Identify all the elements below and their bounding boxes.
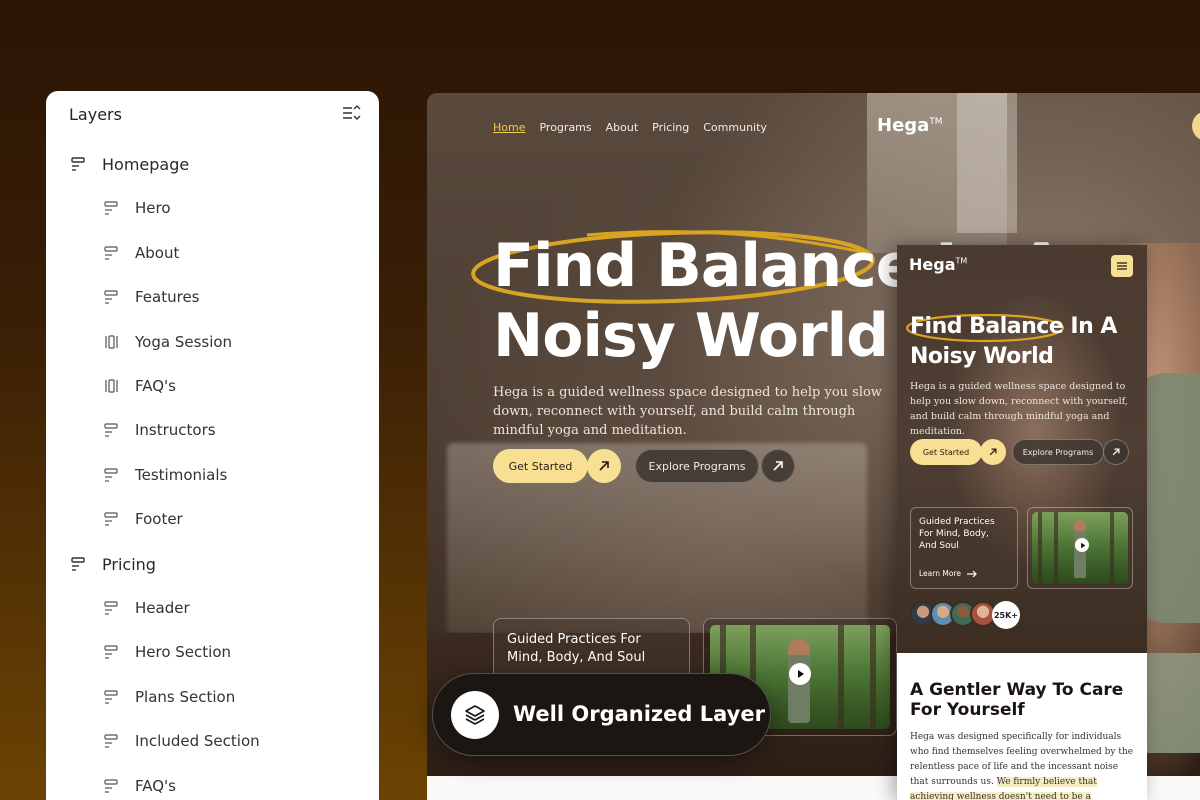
layers-panel-title: Layers — [69, 105, 122, 124]
layer-item-plans-section[interactable]: Plans Section — [103, 683, 235, 711]
nav-programs[interactable]: Programs — [539, 121, 591, 134]
arrow-up-right-icon[interactable] — [587, 449, 621, 483]
mobile-logo[interactable]: HegaTM — [909, 255, 967, 274]
badge-label: Well Organized Layer — [513, 702, 765, 726]
layer-item-label: Yoga Session — [135, 333, 233, 351]
mobile-guided-title: Guided Practices For Mind, Body, And Sou… — [919, 517, 995, 551]
frame-icon — [70, 156, 88, 172]
layer-item-label: Plans Section — [135, 688, 236, 706]
stack-icon — [103, 778, 121, 794]
columns-icon — [103, 334, 121, 350]
layer-item-label: Footer — [135, 510, 183, 528]
mobile-headline-line1: Find Balance In A — [910, 314, 1117, 339]
mobile-headline: Find Balance In A Noisy World — [910, 312, 1117, 372]
member-avatars: 25K+ — [910, 601, 1020, 629]
layers-icon — [451, 691, 499, 739]
layer-item-testimonials[interactable]: Testimonials — [103, 461, 227, 489]
layer-item-header[interactable]: Header — [103, 594, 190, 622]
stack-icon — [103, 289, 121, 305]
mobile-video-card[interactable] — [1027, 507, 1133, 589]
layer-item-label: Hero — [135, 199, 171, 217]
arrow-up-right-icon[interactable] — [980, 439, 1006, 465]
stack-icon — [103, 689, 121, 705]
layer-item-included-section[interactable]: Included Section — [103, 727, 260, 755]
layer-item-label: Hero Section — [135, 643, 232, 661]
mobile-section-title: A Gentler Way To Care For Yourself — [910, 680, 1124, 720]
frame-icon — [70, 556, 88, 572]
mobile-forest-thumbnail — [1032, 512, 1128, 584]
nav-pricing[interactable]: Pricing — [652, 121, 689, 134]
stack-icon — [103, 245, 121, 261]
mobile-guided-card[interactable]: Guided Practices For Mind, Body, And Sou… — [910, 507, 1018, 589]
arrow-up-right-icon[interactable] — [1103, 439, 1129, 465]
layer-item-faq-s[interactable]: FAQ's — [103, 372, 176, 400]
mobile-subtext: Hega is a guided wellness space designed… — [910, 381, 1128, 437]
layer-item-pricing[interactable]: Pricing — [70, 550, 156, 578]
layer-item-homepage[interactable]: Homepage — [70, 150, 189, 178]
play-icon[interactable] — [1075, 538, 1089, 552]
main-nav: Home Programs About Pricing Community — [493, 121, 767, 134]
nav-home[interactable]: Home — [493, 121, 525, 134]
stack-icon — [103, 200, 121, 216]
arrow-right-icon — [966, 570, 977, 578]
mobile-preview: HegaTM Find Balance In A Noisy World Heg… — [897, 245, 1147, 800]
layer-item-instructors[interactable]: Instructors — [103, 416, 216, 444]
arrow-up-right-icon[interactable] — [761, 449, 795, 483]
explore-programs-button[interactable]: Explore Programs — [635, 449, 759, 483]
layer-item-label: Instructors — [135, 421, 216, 439]
mobile-about-section: A Gentler Way To Care For Yourself Hega … — [897, 653, 1147, 800]
layer-item-label: About — [135, 244, 180, 262]
stack-icon — [103, 644, 121, 660]
stack-icon — [103, 600, 121, 616]
layer-item-label: Header — [135, 599, 190, 617]
nav-about[interactable]: About — [606, 121, 639, 134]
layers-panel: Layers Homepage Hero About Features Yoga Ses… — [46, 91, 379, 800]
site-logo[interactable]: HegaTM — [877, 115, 943, 136]
background-window-light — [957, 93, 1017, 233]
stack-icon — [103, 733, 121, 749]
layer-item-label: Features — [135, 288, 200, 306]
layer-item-label: FAQ's — [135, 377, 176, 395]
layer-item-faq-s[interactable]: FAQ's — [103, 772, 176, 800]
columns-icon — [103, 378, 121, 394]
guided-practices-title: Guided Practices For Mind, Body, And Sou… — [507, 632, 646, 665]
mobile-hero: HegaTM Find Balance In A Noisy World Heg… — [897, 245, 1147, 653]
nav-community[interactable]: Community — [703, 121, 767, 134]
mobile-get-started-button[interactable]: Get Started — [910, 439, 982, 465]
mobile-headline-line2: Noisy World — [910, 344, 1054, 369]
collapse-list-icon[interactable] — [342, 105, 362, 123]
member-count-badge: 25K+ — [992, 601, 1020, 629]
hamburger-menu-icon[interactable] — [1111, 255, 1133, 277]
layer-item-hero[interactable]: Hero — [103, 194, 171, 222]
get-started-button[interactable]: Get Started — [493, 449, 588, 483]
stack-icon — [103, 467, 121, 483]
layer-item-label: Testimonials — [135, 466, 228, 484]
stack-icon — [103, 422, 121, 438]
hero-subtext: Hega is a guided wellness space designed… — [493, 385, 882, 438]
layer-item-about[interactable]: About — [103, 239, 179, 267]
layer-item-label: Included Section — [135, 732, 260, 750]
layer-item-label: Pricing — [102, 554, 156, 574]
stack-icon — [103, 511, 121, 527]
mobile-explore-programs-button[interactable]: Explore Programs — [1012, 439, 1104, 465]
layer-item-footer[interactable]: Footer — [103, 505, 183, 533]
layer-item-features[interactable]: Features — [103, 283, 200, 311]
layer-item-hero-section[interactable]: Hero Section — [103, 638, 231, 666]
layer-item-yoga-session[interactable]: Yoga Session — [103, 328, 232, 356]
learn-more-label: Learn More — [919, 569, 961, 578]
mobile-section-text: Hega was designed specifically for indiv… — [910, 730, 1136, 800]
menu-button[interactable] — [1192, 111, 1200, 141]
play-icon[interactable] — [789, 663, 811, 685]
layer-item-label: FAQ's — [135, 777, 176, 795]
feature-badge: Well Organized Layer — [432, 673, 771, 756]
layer-item-label: Homepage — [102, 154, 190, 174]
learn-more-link[interactable]: Learn More — [919, 568, 977, 580]
